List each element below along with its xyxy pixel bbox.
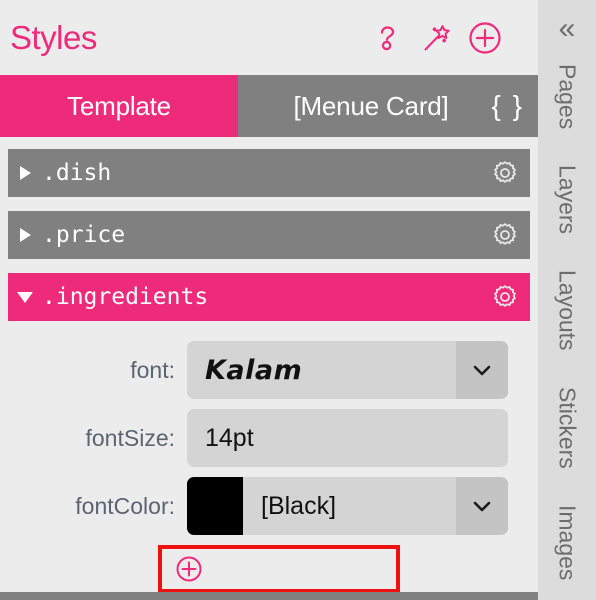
property-label-font: font: [130, 356, 175, 383]
collapse-double-chevron-icon[interactable]: « [545, 12, 589, 46]
chevron-down-icon[interactable] [456, 341, 508, 399]
gear-icon[interactable] [490, 158, 520, 188]
property-label-fontsize: fontSize: [85, 424, 176, 451]
font-select[interactable]: Kalam [187, 341, 508, 399]
add-property-highlight [158, 545, 400, 593]
magic-wand-icon[interactable] [420, 21, 454, 55]
style-row-ingredients-label: .ingredients [42, 284, 209, 310]
panel-bottom-bar [0, 592, 538, 600]
gear-icon[interactable] [490, 220, 520, 250]
expand-triangle-right-icon[interactable] [14, 228, 36, 242]
style-row-ingredients[interactable]: .ingredients [8, 273, 530, 321]
color-swatch[interactable] [187, 477, 243, 535]
font-select-value: Kalam [205, 354, 303, 386]
tab-template[interactable]: Template [0, 75, 238, 137]
fontcolor-select[interactable]: [Black] [187, 477, 508, 535]
tab-document[interactable]: [Menue Card] { } [238, 75, 538, 137]
fontsize-input-value: 14pt [205, 423, 254, 452]
sidebar-item-stickers[interactable]: Stickers [554, 377, 581, 495]
fontsize-input[interactable]: 14pt [187, 409, 508, 467]
styles-panel-window: Styles Template [Menue Card] {} .dish .… [0, 0, 596, 600]
style-row-price-label: .price [42, 222, 126, 248]
add-property-area [0, 545, 538, 593]
sidebar-item-list: Pages Layers Layouts Stickers Images [538, 54, 596, 600]
add-style-icon[interactable] [468, 21, 502, 55]
tab-bar: Template [Menue Card] { } [0, 75, 538, 137]
style-row-dish-label: .dish [42, 160, 112, 186]
help-icon[interactable] [372, 21, 406, 55]
property-list: font: Kalam fontSize: 14pt fontColor: [B… [0, 335, 538, 593]
style-row-dish[interactable]: .dish [8, 149, 530, 197]
tab-template-label: Template [67, 90, 171, 121]
style-rule-list: .dish .price .ingredients [0, 137, 538, 321]
sidebar-item-images[interactable]: Images [554, 495, 581, 600]
panel-header: Styles [0, 0, 538, 75]
right-sidebar: « Pages Layers Layouts Stickers Images [538, 0, 596, 600]
property-row-fontcolor: fontColor: [Black] [0, 477, 538, 535]
property-row-fontsize: fontSize: 14pt [0, 409, 538, 467]
collapse-triangle-down-icon[interactable] [14, 291, 36, 303]
sidebar-item-layers[interactable]: Layers [554, 155, 581, 260]
code-braces-icon[interactable]: { } [492, 90, 524, 122]
header-icon-group [372, 21, 522, 55]
gear-icon[interactable] [490, 282, 520, 312]
page-title: Styles [10, 19, 97, 56]
style-row-price[interactable]: .price [8, 211, 530, 259]
sidebar-item-pages[interactable]: Pages [554, 54, 581, 155]
sidebar-item-layouts[interactable]: Layouts [554, 260, 581, 377]
add-property-icon[interactable] [174, 554, 204, 584]
fontcolor-select-value: [Black] [261, 491, 337, 520]
tab-document-label: [Menue Card] [293, 90, 449, 121]
expand-triangle-right-icon[interactable] [14, 166, 36, 180]
chevron-down-icon[interactable] [456, 477, 508, 535]
property-label-fontcolor: fontColor: [75, 492, 175, 519]
styles-panel: Styles Template [Menue Card] {} .dish .… [0, 0, 538, 600]
property-row-font: font: Kalam [0, 341, 538, 399]
